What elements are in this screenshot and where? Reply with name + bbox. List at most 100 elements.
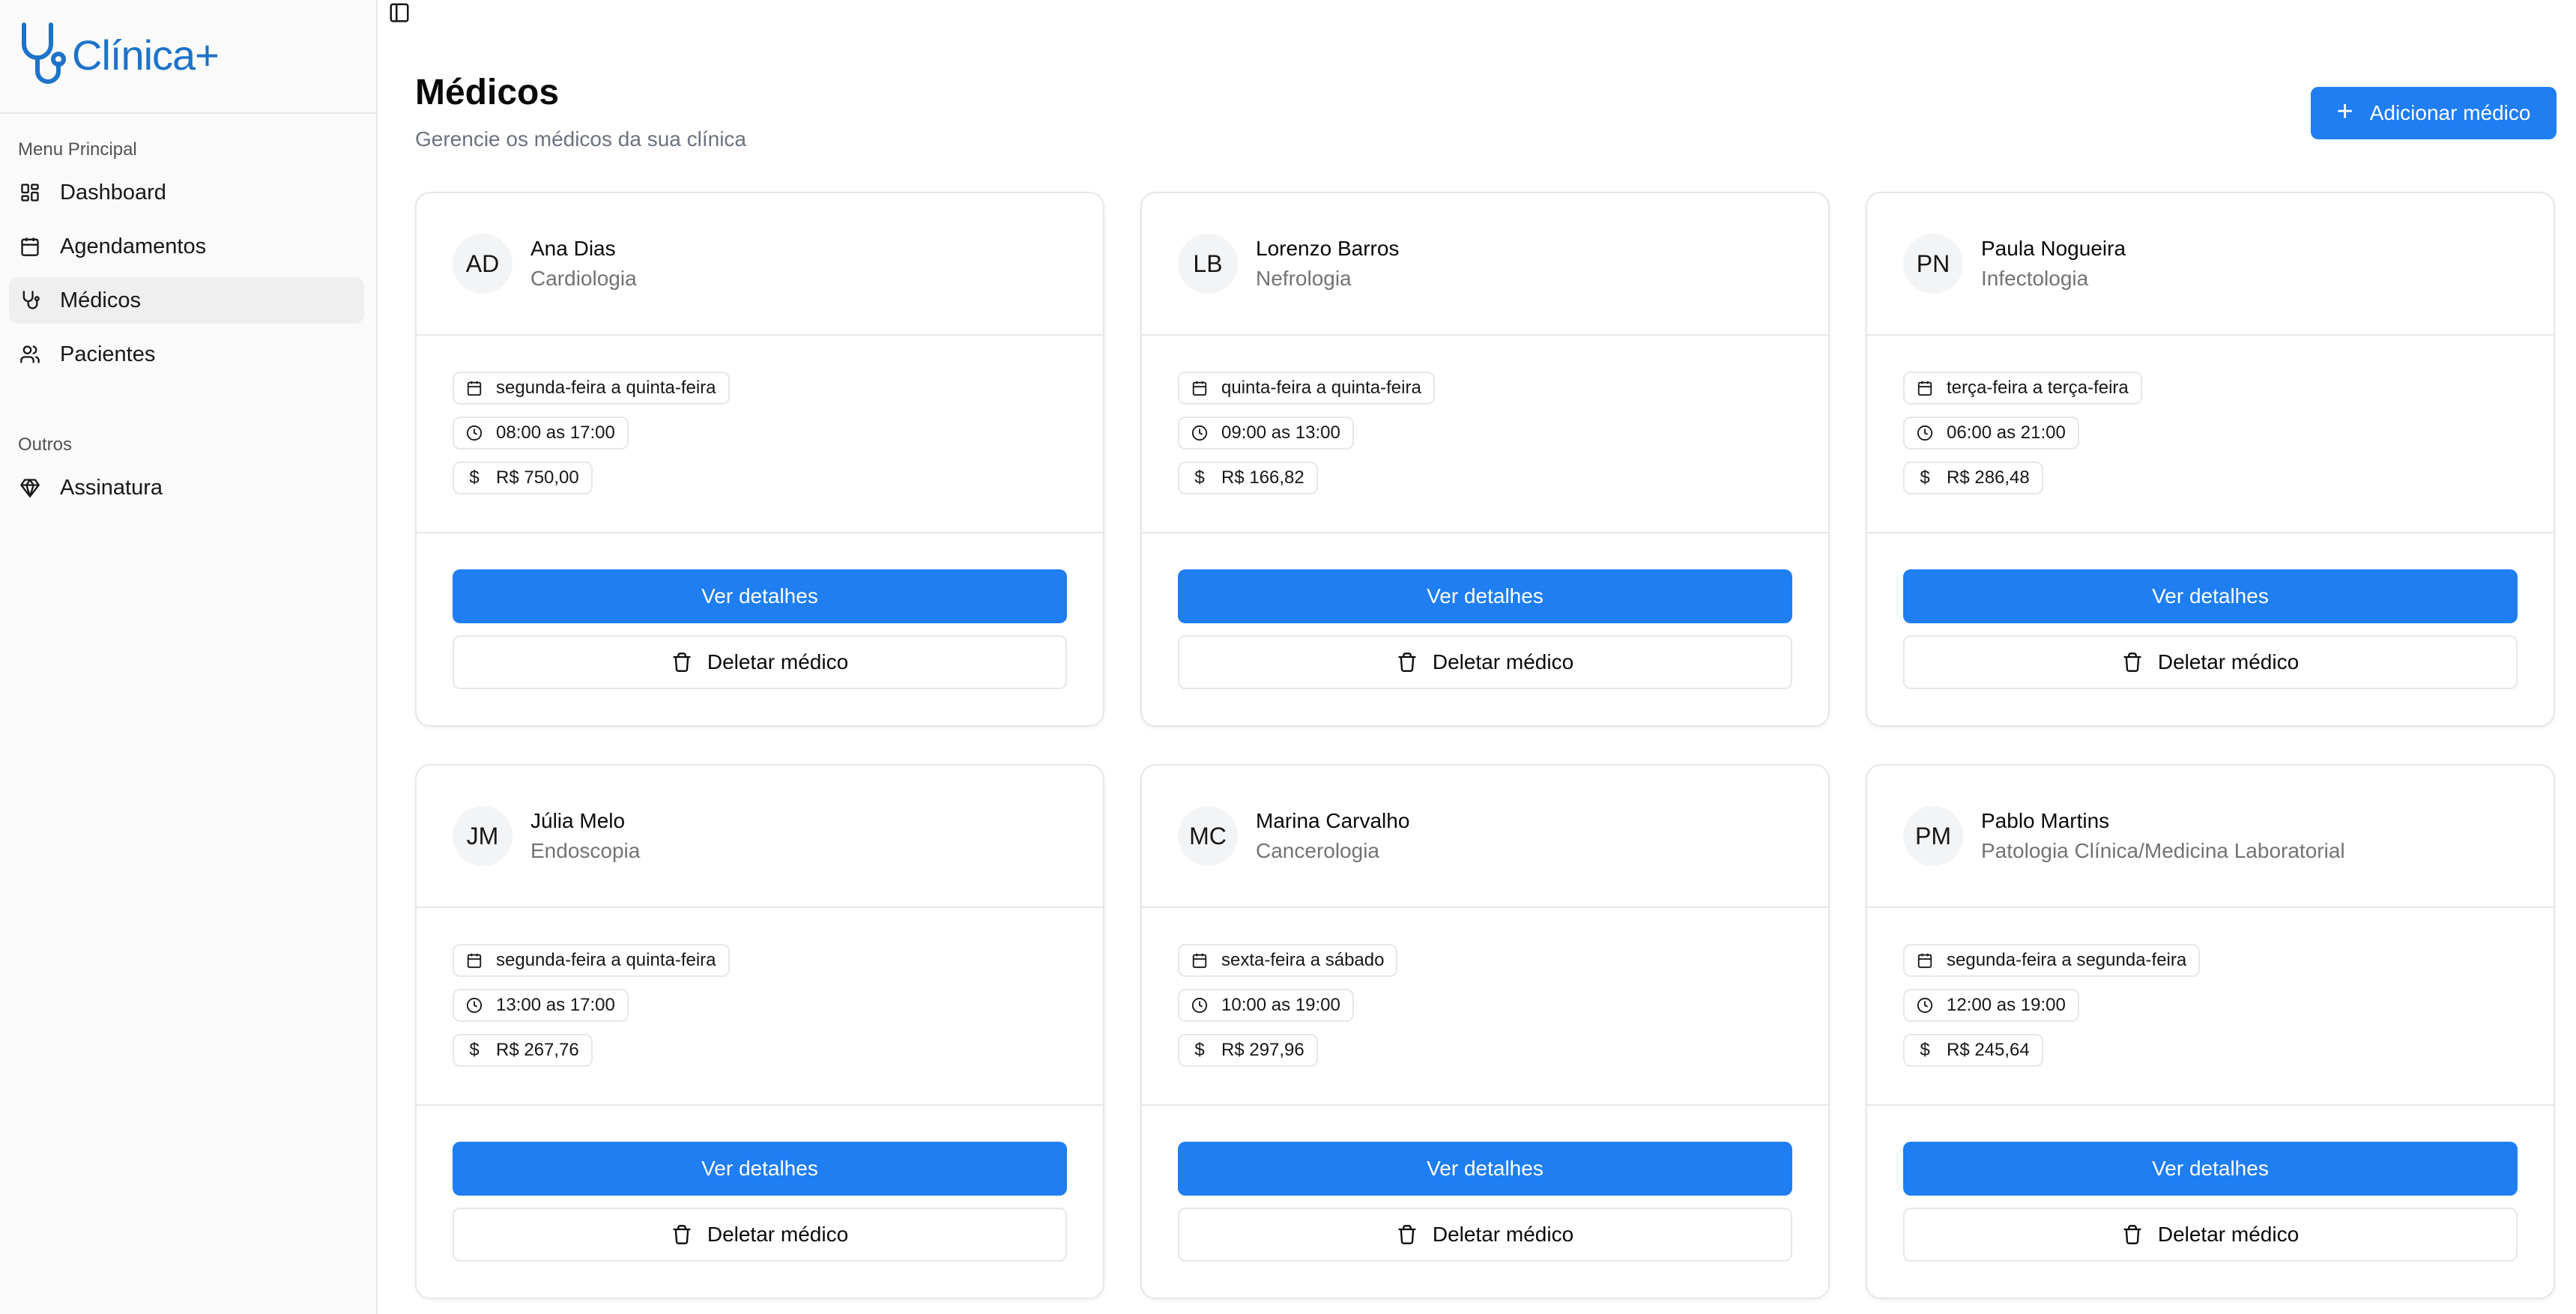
doctor-info: Paula Nogueira Infectologia: [1981, 237, 2126, 291]
card-actions: Ver detalhes Deletar médico: [1142, 533, 1828, 689]
group-label-other: Outros: [18, 435, 73, 455]
sidebar-item-label: Dashboard: [60, 180, 166, 205]
doctor-specialty: Infectologia: [1981, 267, 2089, 290]
card-actions: Ver detalhes Deletar médico: [1142, 1106, 1828, 1262]
doctor-card: JM Júlia Melo Endoscopia segunda-feira a qu…: [415, 764, 1104, 1299]
delete-label: Deletar médico: [707, 1223, 849, 1246]
avatar: PM: [1903, 806, 1963, 866]
sidebar-item-pacientes[interactable]: Pacientes: [9, 331, 364, 378]
doctor-specialty: Endoscopia: [530, 839, 641, 862]
card-actions: Ver detalhes Deletar médico: [417, 533, 1103, 689]
group-label-main: Menu Principal: [18, 139, 137, 160]
hours-text: 06:00 as 21:00: [1947, 423, 2066, 443]
doctor-card: LB Lorenzo Barros Nefrologia quinta-feira a…: [1140, 192, 1830, 727]
view-details-button[interactable]: Ver detalhes: [453, 1142, 1067, 1196]
sidebar-item-label: Assinatura: [60, 475, 163, 500]
clock-icon: [465, 423, 484, 443]
calendar-icon: [465, 951, 484, 970]
sidebar-toggle-icon[interactable]: [388, 1, 414, 27]
clock-icon: [1915, 423, 1935, 443]
doctor-specialty: Nefrologia: [1256, 267, 1352, 290]
availability-hours-badge: 08:00 as 17:00: [453, 417, 629, 449]
clock-icon: [1190, 423, 1209, 443]
sidebar-item-label: Médicos: [60, 288, 141, 312]
doctor-name: Pablo Martins: [1981, 809, 2110, 832]
view-details-button[interactable]: Ver detalhes: [1903, 569, 2518, 623]
days-text: terça-feira a terça-feira: [1947, 378, 2129, 398]
view-details-button[interactable]: Ver detalhes: [453, 569, 1067, 623]
price-text: R$ 286,48: [1947, 467, 2030, 488]
card-actions: Ver detalhes Deletar médico: [1867, 533, 2554, 689]
dollar-icon: $: [1194, 467, 1205, 488]
availability-hours-badge: 12:00 as 19:00: [1903, 989, 2079, 1022]
page-subtitle: Gerencie os médicos da sua clínica: [415, 127, 746, 151]
card-actions: Ver detalhes Deletar médico: [1867, 1106, 2554, 1262]
delete-doctor-button[interactable]: Deletar médico: [1178, 1208, 1792, 1262]
availability-days-badge: segunda-feira a quinta-feira: [453, 372, 730, 405]
delete-doctor-button[interactable]: Deletar médico: [1903, 1208, 2518, 1262]
price-badge: $ R$ 166,82: [1178, 461, 1318, 494]
hours-text: 09:00 as 13:00: [1221, 423, 1340, 443]
sidebar-item-label: Pacientes: [60, 342, 156, 366]
delete-label: Deletar médico: [1432, 1223, 1574, 1246]
days-text: segunda-feira a segunda-feira: [1947, 950, 2187, 970]
calendar-icon: [1190, 951, 1209, 970]
doctor-info: Ana Dias Cardiologia: [530, 237, 637, 291]
doctor-card: PN Paula Nogueira Infectologia terça-feira …: [1866, 192, 2555, 727]
card-actions: Ver detalhes Deletar médico: [417, 1106, 1103, 1262]
delete-doctor-button[interactable]: Deletar médico: [453, 1208, 1067, 1262]
card-header: PN Paula Nogueira Infectologia: [1867, 193, 2554, 336]
availability-days-badge: sexta-feira a sábado: [1178, 944, 1398, 977]
calendar-icon: [1915, 378, 1935, 398]
add-doctor-label: Adicionar médico: [2369, 101, 2531, 124]
other-nav: Assinatura: [0, 455, 376, 511]
price-badge: $ R$ 245,64: [1903, 1034, 2043, 1067]
sidebar-item-assinatura[interactable]: Assinatura: [9, 464, 364, 511]
delete-doctor-button[interactable]: Deletar médico: [453, 635, 1067, 689]
add-doctor-button[interactable]: + Adicionar médico: [2311, 87, 2557, 139]
card-body: quinta-feira a quinta-feira 09:00 as 13:0…: [1142, 336, 1828, 533]
trash-icon: [2122, 650, 2144, 674]
doctor-specialty: Patologia Clínica/Medicina Laboratorial: [1981, 839, 2345, 862]
delete-doctor-button[interactable]: Deletar médico: [1903, 635, 2518, 689]
view-details-button[interactable]: Ver detalhes: [1178, 569, 1792, 623]
doctor-info: Pablo Martins Patologia Clínica/Medicina …: [1981, 809, 2345, 863]
dollar-icon: $: [469, 1040, 480, 1060]
card-header: MC Marina Carvalho Cancerologia: [1142, 766, 1828, 908]
calendar-icon: [1915, 951, 1935, 970]
avatar: JM: [453, 806, 513, 866]
page-title: Médicos: [415, 73, 560, 112]
card-body: segunda-feira a quinta-feira 13:00 as 17:…: [417, 908, 1103, 1106]
doctor-info: Marina Carvalho Cancerologia: [1256, 809, 1409, 863]
doctor-name: Lorenzo Barros: [1256, 237, 1400, 260]
calendar-icon: [465, 378, 484, 398]
card-body: sexta-feira a sábado 10:00 as 19:00 $ R$ 29…: [1142, 908, 1828, 1106]
sidebar-item-medicos[interactable]: Médicos: [9, 277, 364, 324]
card-body: segunda-feira a quinta-feira 08:00 as 17:…: [417, 336, 1103, 533]
dollar-icon: $: [1920, 467, 1930, 488]
sidebar-item-label: Agendamentos: [60, 234, 207, 258]
avatar: AD: [453, 234, 513, 294]
card-header: JM Júlia Melo Endoscopia: [417, 766, 1103, 908]
price-badge: $ R$ 750,00: [453, 461, 593, 494]
view-details-button[interactable]: Ver detalhes: [1903, 1142, 2518, 1196]
gem-icon: [18, 476, 42, 500]
calendar-icon: [18, 234, 42, 258]
trash-icon: [2122, 1223, 2144, 1247]
doctor-name: Júlia Melo: [530, 809, 626, 832]
hours-text: 12:00 as 19:00: [1947, 995, 2066, 1015]
availability-days-badge: quinta-feira a quinta-feira: [1178, 372, 1435, 405]
avatar: LB: [1178, 234, 1238, 294]
sidebar-item-dashboard[interactable]: Dashboard: [9, 169, 364, 216]
hours-text: 08:00 as 17:00: [496, 423, 615, 443]
trash-icon: [671, 650, 694, 674]
card-header: AD Ana Dias Cardiologia: [417, 193, 1103, 336]
avatar: MC: [1178, 806, 1238, 866]
view-details-button[interactable]: Ver detalhes: [1178, 1142, 1792, 1196]
main-nav: Dashboard Agendamentos Médicos Pacientes: [0, 160, 376, 378]
dollar-icon: $: [1194, 1040, 1205, 1060]
logo[interactable]: Clínica+: [0, 0, 376, 114]
delete-doctor-button[interactable]: Deletar médico: [1178, 635, 1792, 689]
clock-icon: [465, 996, 484, 1015]
sidebar-item-agendamentos[interactable]: Agendamentos: [9, 223, 364, 270]
